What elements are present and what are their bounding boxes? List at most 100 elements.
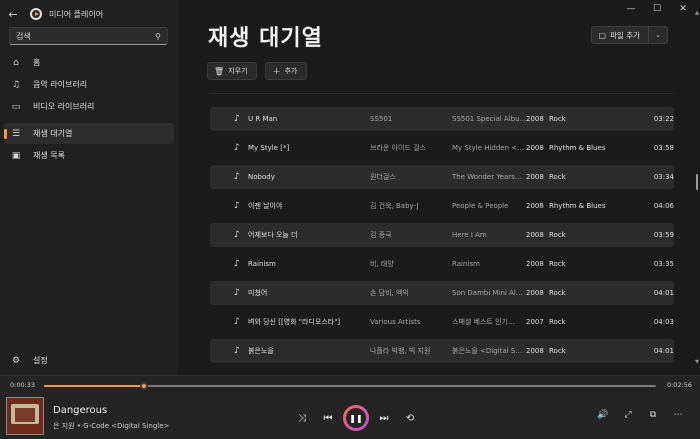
search-input[interactable] bbox=[16, 31, 156, 41]
track-row[interactable]: ♪ 벼와 당신 [[영화 "라디오스타"] Various Artists 스페셜 베… bbox=[210, 310, 674, 334]
track-duration: 04:01 bbox=[653, 347, 674, 355]
sidebar-item-settings[interactable]: ⚙ 설정 bbox=[4, 350, 174, 371]
track-year: 2007 bbox=[526, 318, 544, 326]
app-logo-icon bbox=[30, 8, 42, 20]
previous-button[interactable]: ⏮ bbox=[315, 407, 341, 429]
scrollbar[interactable]: ▲ ▼ bbox=[695, 10, 699, 365]
track-row[interactable]: ♪ 어제보다 오늘 더 김 종국 Here I Am 2008 Rock 03:59 bbox=[210, 223, 674, 247]
track-artist: 브라운 아이드 걸스 bbox=[370, 144, 426, 152]
minimize-button[interactable]: — bbox=[618, 2, 644, 16]
add-files-split-button: ▢ 파일 추가 ⌄ bbox=[591, 26, 668, 44]
scroll-down-icon[interactable]: ▼ bbox=[695, 359, 699, 365]
repeat-off-button[interactable]: ⟲ bbox=[397, 407, 423, 429]
sidebar-item-label: 비디오 라이브러리 bbox=[33, 102, 95, 111]
track-genre: Rock bbox=[549, 347, 566, 355]
seek-bar[interactable] bbox=[44, 382, 656, 390]
more-button[interactable]: ⋯ bbox=[670, 407, 686, 423]
sidebar-item-label: 설정 bbox=[33, 356, 48, 365]
music-note-icon: ♪ bbox=[234, 114, 240, 124]
mini-player-icon: ⧉ bbox=[649, 410, 657, 420]
mini-player-button[interactable]: ⧉ bbox=[645, 407, 661, 423]
now-playing-title[interactable]: Dangerous bbox=[53, 405, 107, 416]
track-row[interactable]: ♪ 미쳤어 손 담비, 엑익 Son Dambi Mini Al… 2008 Rock 04… bbox=[210, 281, 674, 305]
page-title: 재생 대기열 bbox=[208, 26, 323, 51]
gear-icon: ⚙ bbox=[11, 355, 21, 366]
track-duration: 04:01 bbox=[653, 289, 674, 297]
seek-bar-fill bbox=[44, 385, 145, 387]
current-time: 0:00:33 bbox=[10, 381, 36, 389]
scroll-up-icon[interactable]: ▲ bbox=[695, 10, 699, 16]
music-note-icon: ♪ bbox=[234, 230, 240, 240]
add-label: 추가 bbox=[284, 67, 298, 75]
nav-primary: ⌂ 홈 ♫ 음악 라이브러리 ▭ 비디오 라이브러리 bbox=[4, 52, 174, 118]
track-artist: 원더걸스 bbox=[370, 173, 396, 181]
track-album: Son Dambi Mini Al… bbox=[452, 289, 523, 297]
more-icon: ⋯ bbox=[673, 410, 683, 420]
track-genre: Rhythm & Blues bbox=[549, 144, 606, 152]
pause-button[interactable]: ❚❚ bbox=[343, 405, 369, 431]
scroll-thumb[interactable] bbox=[696, 174, 698, 190]
track-year: 2008 bbox=[526, 260, 544, 268]
track-duration: 03:35 bbox=[653, 260, 674, 268]
track-album: People & People bbox=[452, 202, 509, 210]
track-row[interactable]: ♪ My Style [*] 브라운 아이드 걸스 My Style Hidden <… bbox=[210, 136, 674, 160]
track-genre: Rock bbox=[549, 115, 566, 123]
track-genre: Rock bbox=[549, 231, 566, 239]
album-art-detail bbox=[15, 408, 35, 422]
folder-icon: ▢ bbox=[598, 30, 607, 40]
clear-button[interactable]: 🗑 지우기 bbox=[207, 62, 258, 80]
shuffle-button[interactable]: ⤨ bbox=[289, 407, 315, 429]
search-box[interactable]: ⚲ bbox=[9, 27, 168, 45]
sidebar-item-playlists[interactable]: ▣ 재생 목록 bbox=[4, 145, 174, 166]
track-year: 2008 bbox=[526, 115, 544, 123]
sidebar: ← 미디어 플레이어 ⚲ ⌂ 홈 ♫ 음악 라이브러리 ▭ 비디오 라이브러리 … bbox=[0, 0, 178, 375]
music-note-icon: ♪ bbox=[234, 288, 240, 298]
title-bar: ← 미디어 플레이어 bbox=[0, 0, 178, 28]
back-button[interactable]: ← bbox=[0, 0, 26, 28]
sidebar-item-label: 재생 목록 bbox=[33, 151, 65, 160]
expand-icon: ⤢ bbox=[624, 410, 632, 420]
track-artist: 김 건욱, Baby-J bbox=[370, 202, 419, 210]
track-row[interactable]: ♪ 붉은노을 나플라 빅뱅, 빅 지원 붉은노을 <Digital S… 2008 Roc… bbox=[210, 339, 674, 363]
app-title: 미디어 플레이어 bbox=[49, 9, 104, 19]
track-duration: 04:03 bbox=[653, 318, 674, 326]
add-files-button[interactable]: ▢ 파일 추가 bbox=[592, 27, 649, 43]
seek-thumb[interactable] bbox=[140, 382, 149, 390]
sidebar-item-home[interactable]: ⌂ 홈 bbox=[4, 52, 174, 73]
track-row[interactable]: ♪ 이젠 날이야 김 건욱, Baby-J People & People 2008 Rh… bbox=[210, 194, 674, 218]
track-album: The Wonder Years… bbox=[452, 173, 522, 181]
maximize-button[interactable]: ☐ bbox=[644, 2, 670, 16]
track-row[interactable]: ♪ Rainism 비, 태양 Rainism 2008 Rock 03:35 bbox=[210, 252, 674, 276]
track-artist: 나플라 빅뱅, 빅 지원 bbox=[370, 347, 431, 355]
album-art[interactable] bbox=[6, 397, 44, 435]
track-row[interactable]: ♪ U R Man SS501 SS501 Special Albu… 2008 Rock… bbox=[210, 107, 674, 131]
track-duration: 03:34 bbox=[653, 173, 674, 181]
add-files-dropdown-button[interactable]: ⌄ bbox=[649, 27, 667, 43]
close-button[interactable]: ✕ bbox=[670, 2, 696, 16]
add-button[interactable]: ＋ 추가 bbox=[265, 62, 308, 80]
track-album: Rainism bbox=[452, 260, 480, 268]
volume-button[interactable]: 🔊 bbox=[595, 407, 611, 423]
track-title: 어제보다 오늘 더 bbox=[248, 231, 298, 239]
sidebar-item-video-library[interactable]: ▭ 비디오 라이브러리 bbox=[4, 96, 174, 117]
divider bbox=[210, 93, 674, 94]
track-duration: 04:06 bbox=[653, 202, 674, 210]
full-screen-button[interactable]: ⤢ bbox=[620, 407, 636, 423]
sidebar-item-music-library[interactable]: ♫ 음악 라이브러리 bbox=[4, 74, 174, 95]
music-note-icon: ♪ bbox=[234, 143, 240, 153]
playback-controls: ⤨ ⏮ ❚❚ ⏭ ⟲ bbox=[289, 405, 423, 431]
track-artist: 비, 태양 bbox=[370, 260, 394, 268]
next-button[interactable]: ⏭ bbox=[371, 407, 397, 429]
playlist-icon: ▣ bbox=[11, 150, 21, 161]
track-title: 이젠 날이야 bbox=[248, 202, 283, 210]
player-extra-controls: 🔊 ⤢ ⧉ ⋯ bbox=[595, 407, 686, 423]
track-title: 미쳤어 bbox=[248, 289, 268, 297]
window-controls: — ☐ ✕ bbox=[618, 2, 696, 16]
sidebar-item-play-queue[interactable]: ☰ 재생 대기열 bbox=[4, 123, 174, 144]
track-row[interactable]: ♪ Nobody 원더걸스 The Wonder Years… 2008 Rock 03:3… bbox=[210, 165, 674, 189]
track-album: 스페셜 베스트 인기… bbox=[452, 318, 515, 326]
search-icon[interactable]: ⚲ bbox=[155, 32, 161, 41]
track-duration: 03:58 bbox=[653, 144, 674, 152]
track-artist: 손 담비, 엑익 bbox=[370, 289, 409, 297]
track-album: 붉은노을 <Digital S… bbox=[452, 347, 523, 355]
